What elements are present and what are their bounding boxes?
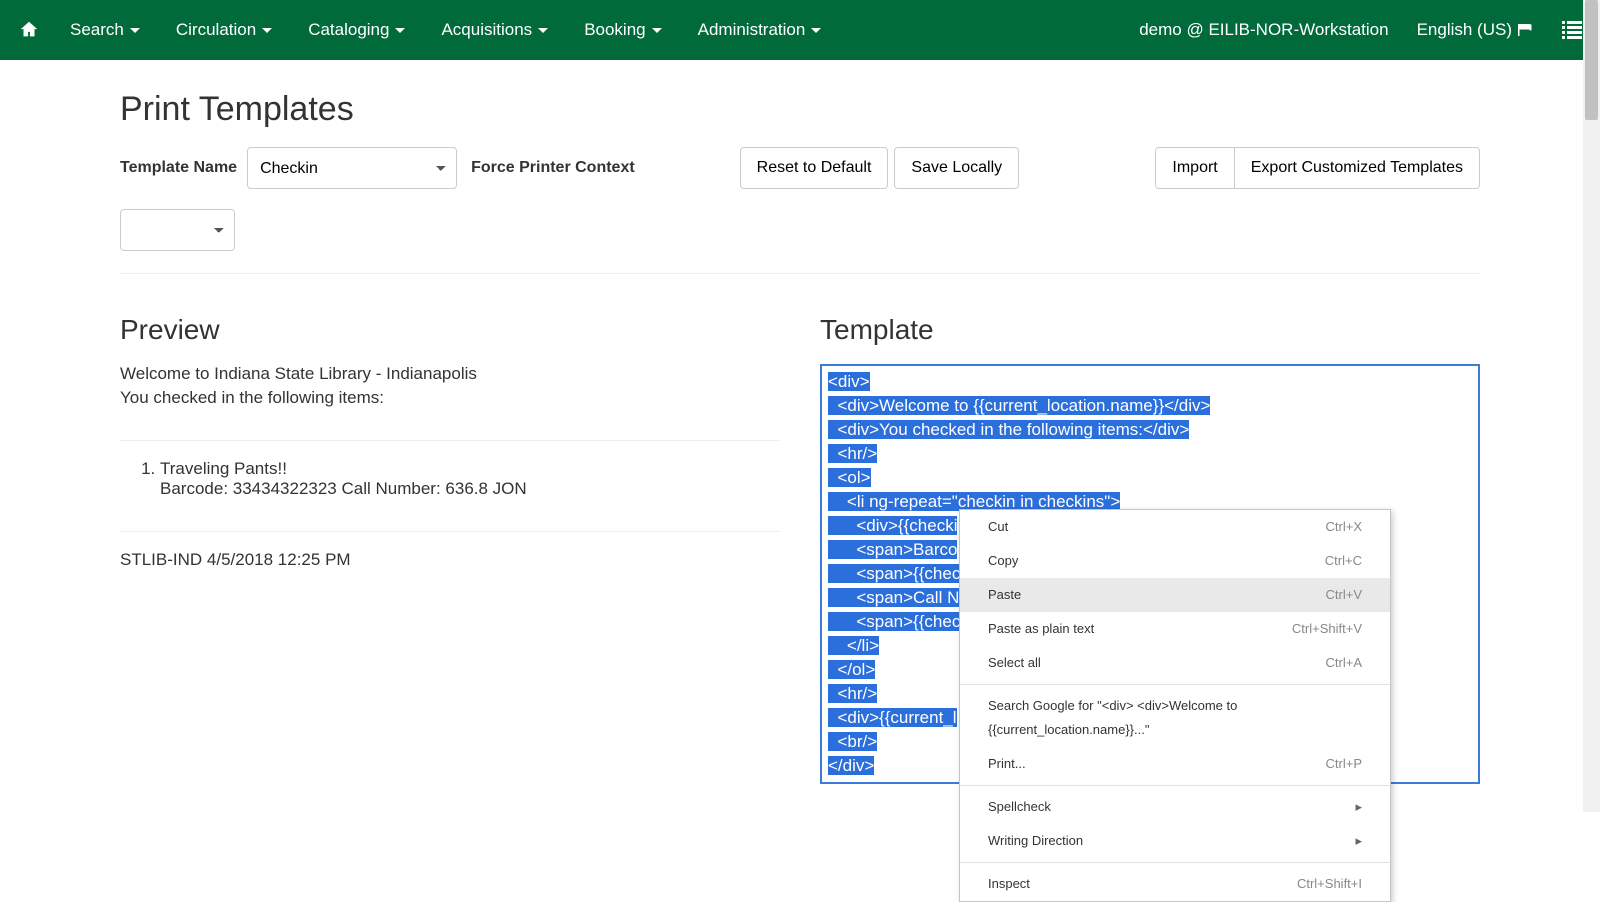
preview-divider: [120, 440, 780, 441]
preview-welcome-line: Welcome to Indiana State Library - India…: [120, 364, 780, 384]
template-line[interactable]: <div>Welcome to {{current_location.name}…: [828, 394, 1472, 418]
language-selector[interactable]: English (US): [1417, 20, 1534, 40]
context-menu-separator: [960, 785, 1390, 786]
template-line[interactable]: <hr/>: [828, 442, 1472, 466]
context-menu-item[interactable]: InspectCtrl+Shift+I: [960, 867, 1390, 901]
home-icon[interactable]: [18, 19, 40, 41]
chevron-right-icon: ▸: [1355, 795, 1362, 819]
chevron-right-icon: ▸: [1355, 829, 1362, 853]
shortcut-label: Ctrl+Shift+V: [1292, 617, 1362, 641]
template-line[interactable]: <div>: [828, 370, 1472, 394]
preview-item-detail: Barcode: 33434322323 Call Number: 636.8 …: [160, 479, 780, 499]
nav-administration[interactable]: Administration: [698, 20, 822, 40]
caret-down-icon: [130, 28, 140, 33]
shortcut-label: Ctrl+Shift+I: [1297, 872, 1362, 896]
preview-footer: STLIB-IND 4/5/2018 12:25 PM: [120, 550, 780, 570]
page-title: Print Templates: [120, 90, 1480, 129]
context-menu-item[interactable]: Print...Ctrl+P: [960, 747, 1390, 781]
shortcut-label: Ctrl+C: [1325, 549, 1362, 573]
context-menu-item[interactable]: PasteCtrl+V: [960, 578, 1390, 612]
context-menu: CutCtrl+XCopyCtrl+CPasteCtrl+VPaste as p…: [959, 509, 1391, 902]
list-icon[interactable]: [1562, 21, 1582, 39]
context-menu-item[interactable]: Writing Direction▸: [960, 824, 1390, 858]
printer-context-select[interactable]: [120, 209, 235, 251]
preview-column: Preview Welcome to Indiana State Library…: [120, 314, 780, 784]
vertical-scrollbar[interactable]: [1583, 0, 1600, 812]
preview-divider: [120, 531, 780, 532]
force-printer-context-label: Force Printer Context: [471, 159, 635, 177]
caret-down-icon: [262, 28, 272, 33]
template-heading: Template: [820, 314, 1480, 346]
shortcut-label: Ctrl+P: [1326, 752, 1362, 776]
caret-down-icon: [811, 28, 821, 33]
flag-icon: [1518, 24, 1534, 36]
reset-to-default-button[interactable]: Reset to Default: [740, 147, 889, 189]
nav-booking[interactable]: Booking: [584, 20, 661, 40]
preview-intro-line: You checked in the following items:: [120, 388, 780, 408]
nav-circulation[interactable]: Circulation: [176, 20, 272, 40]
context-menu-item[interactable]: CopyCtrl+C: [960, 544, 1390, 578]
nav-acquisitions[interactable]: Acquisitions: [441, 20, 548, 40]
template-editor[interactable]: <div> <div>Welcome to {{current_location…: [820, 364, 1480, 784]
shortcut-label: Ctrl+X: [1326, 515, 1362, 539]
context-menu-item[interactable]: Spellcheck▸: [960, 790, 1390, 824]
template-line[interactable]: <ol>: [828, 466, 1472, 490]
save-locally-button[interactable]: Save Locally: [894, 147, 1019, 189]
nav-search[interactable]: Search: [70, 20, 140, 40]
preview-item-title: Traveling Pants!!: [160, 459, 287, 478]
context-menu-item[interactable]: CutCtrl+X: [960, 510, 1390, 544]
context-menu-item[interactable]: Search Google for "<div> <div>Welcome to…: [960, 689, 1390, 747]
preview-item: Traveling Pants!! Barcode: 33434322323 C…: [160, 459, 780, 499]
context-menu-item[interactable]: Select allCtrl+A: [960, 646, 1390, 680]
caret-down-icon: [652, 28, 662, 33]
template-toolbar: Template Name Checkin Force Printer Cont…: [120, 147, 1480, 274]
context-menu-separator: [960, 684, 1390, 685]
shortcut-label: Ctrl+A: [1326, 651, 1362, 675]
template-name-label: Template Name: [120, 159, 237, 177]
scrollbar-thumb[interactable]: [1585, 0, 1598, 120]
context-menu-separator: [960, 862, 1390, 863]
import-button[interactable]: Import: [1155, 147, 1234, 189]
template-column: Template <div> <div>Welcome to {{current…: [820, 314, 1480, 784]
context-menu-item[interactable]: Paste as plain textCtrl+Shift+V: [960, 612, 1390, 646]
nav-cataloging[interactable]: Cataloging: [308, 20, 405, 40]
template-name-select[interactable]: Checkin: [247, 147, 457, 189]
caret-down-icon: [538, 28, 548, 33]
top-nav: Search Circulation Cataloging Acquisitions B…: [0, 0, 1600, 60]
caret-down-icon: [395, 28, 405, 33]
user-workstation[interactable]: demo @ EILIB-NOR-Workstation: [1139, 20, 1388, 40]
shortcut-label: Ctrl+V: [1326, 583, 1362, 607]
template-line[interactable]: <div>You checked in the following items:…: [828, 418, 1472, 442]
preview-heading: Preview: [120, 314, 780, 346]
export-templates-button[interactable]: Export Customized Templates: [1234, 147, 1480, 189]
